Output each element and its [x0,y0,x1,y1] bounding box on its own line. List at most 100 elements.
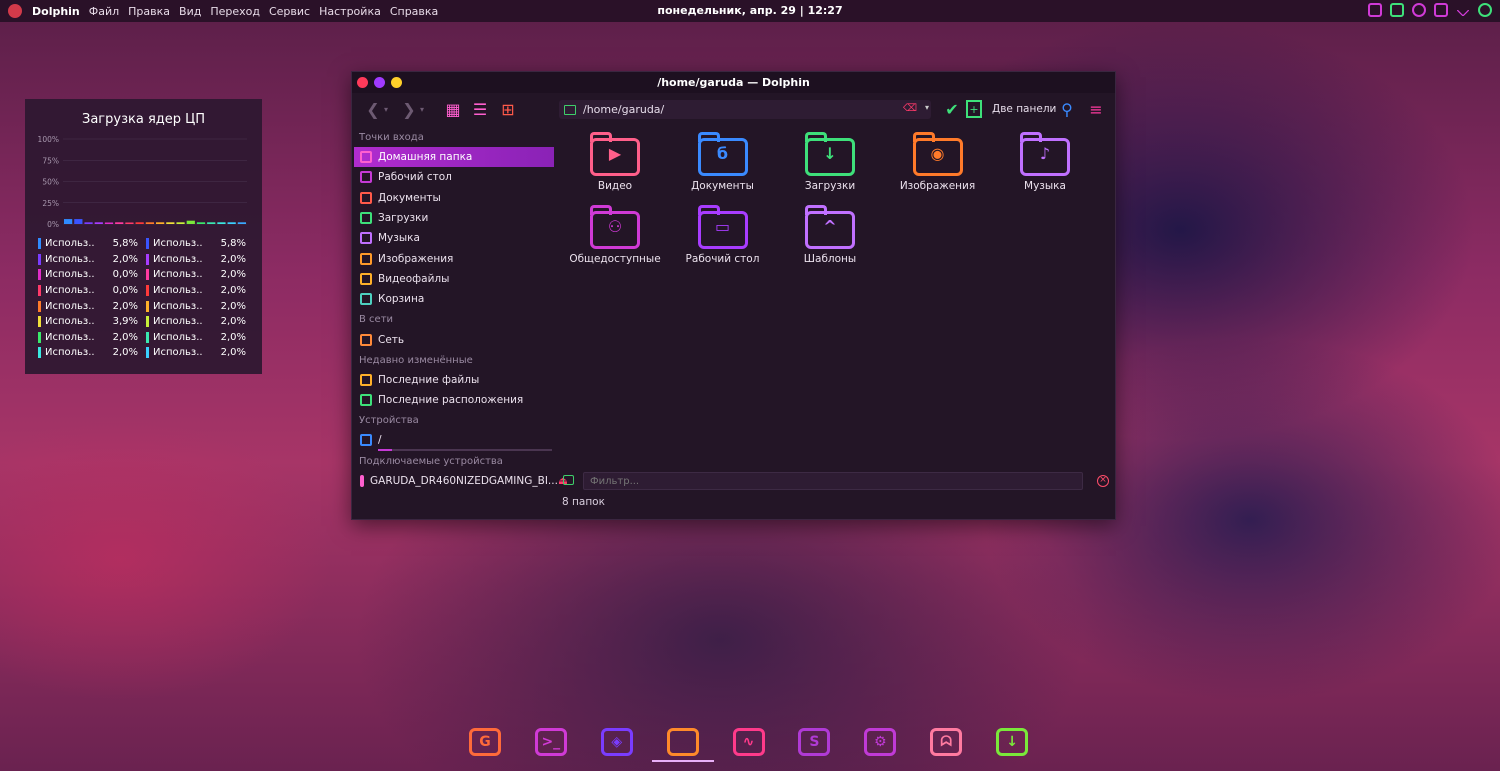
places-section-title: Недавно изменённые [359,354,473,366]
legend-entry: Использ... 2,0% [146,316,254,328]
menu-tools[interactable]: Сервис [269,5,310,18]
place-icon [360,373,372,386]
menu-app-name[interactable]: Dolphin [32,5,80,18]
cpu-load-widget: Загрузка ядер ЦП 100% 75% 50% 25% 0% Использ… [25,99,262,374]
split-button-label[interactable]: Две панели [992,103,1056,115]
folder-item[interactable]: ♪ Музыка [995,132,1095,192]
dock-item[interactable]: ∿ [716,718,782,766]
location-history-dropdown[interactable]: ▾ [925,103,929,112]
dock-item[interactable]: ◈ [584,718,650,766]
maximize-button[interactable] [391,77,402,88]
garuda-assistant-icon: G [468,728,501,756]
lock-icon[interactable] [563,475,574,485]
place-item[interactable]: Документы [354,188,554,208]
place-item[interactable]: Рабочий стол [354,167,554,187]
menu-file[interactable]: Файл [89,5,119,18]
clear-location-icon[interactable]: ⌫ [903,103,917,114]
place-item[interactable]: Последние файлы [354,370,554,390]
place-item[interactable]: Загрузки [354,208,554,228]
menu-settings[interactable]: Настройка [319,5,381,18]
legend-value: 2,0% [112,331,138,343]
folder-item[interactable]: ⚇ Общедоступные [565,205,665,265]
folder-item[interactable]: ▶ Видео [565,132,665,192]
legend-row: Использ... 2,0% Использ... 2,0% [38,330,254,346]
icons-view-icon[interactable]: ▦ [444,100,462,119]
close-button[interactable] [357,77,368,88]
place-label: Рабочий стол [378,171,452,184]
folder-item[interactable]: ↓ Загрузки [780,132,880,192]
clipboard-icon[interactable] [1368,3,1382,17]
folder-item[interactable]: ◉ Изображения [888,132,988,192]
menu-go[interactable]: Переход [210,5,260,18]
cpu-core-bar [156,222,165,224]
details-view-icon[interactable]: ☰ [471,100,489,119]
legend-row: Использ... 2,0% Использ... 2,0% [38,252,254,268]
folder-item[interactable]: ▭ Рабочий стол [673,205,773,265]
folder-name: Изображения [899,180,976,192]
tree-view-icon[interactable]: ⊞ [499,100,517,119]
cpu-legend: Использ... 5,8% Использ... 5,8% Использ... 2,… [38,236,254,361]
toolbar: ❮ ▾ ❯ ▾ ▦ ☰ ⊞ /home/garuda/ ⌫ ▾ ✔ + Две … [352,93,1115,125]
dock-item[interactable]: ↓ [979,718,1045,766]
legend-label: Использ... [45,285,95,297]
legend-label: Использ... [153,253,203,265]
legend-entry: Использ... 2,0% [38,331,146,343]
y-tick-label: 0% [47,220,59,229]
close-filter-icon[interactable]: × [1097,475,1109,487]
location-path[interactable]: /home/garuda/ [583,103,664,116]
menu-view[interactable]: Вид [179,5,201,18]
menu-edit[interactable]: Правка [128,5,170,18]
place-item[interactable]: Сеть [354,329,554,349]
folder-item[interactable]: б Документы [673,132,773,192]
network-icon[interactable] [1412,3,1426,17]
place-item[interactable]: Музыка [354,228,554,248]
dock-item[interactable] [650,718,716,766]
chevron-down-icon[interactable] [1456,3,1470,17]
confirm-check-icon[interactable]: ✔ [944,100,960,119]
dock-item[interactable]: ᗣ [913,718,979,766]
folder-item[interactable]: ^ Шаблоны [780,205,880,265]
place-item[interactable]: Последние расположения [354,390,554,410]
legend-entry: Использ... 2,0% [38,253,146,265]
back-button[interactable]: ❮ [364,100,382,119]
minimize-button[interactable] [374,77,385,88]
window-titlebar[interactable]: /home/garuda — Dolphin [352,72,1115,93]
removable-device-item[interactable]: GARUDA_DR460NIZEDGAMING_BI... ⏏ [354,471,568,491]
legend-swatch [38,269,41,281]
notes-icon[interactable] [1434,3,1448,17]
search-icon[interactable]: ⚲ [1058,100,1076,119]
device-item[interactable]: / [354,430,554,450]
places-section-title: Устройства [359,415,419,427]
volume-icon[interactable] [1390,3,1404,17]
dock-item[interactable]: >_ [518,718,584,766]
place-item[interactable]: Видеофайлы [354,269,554,289]
folder-name: Общедоступные [569,253,661,265]
forward-history-dropdown[interactable]: ▾ [418,100,426,118]
cpu-core-bar [64,219,73,224]
dock-item[interactable]: S [781,718,847,766]
filter-input[interactable] [583,472,1083,490]
legend-row: Использ... 0,0% Использ... 2,0% [38,283,254,299]
folder-icon: ▶ [590,132,640,177]
user-avatar-icon[interactable] [1478,3,1492,17]
hamburger-menu-icon[interactable]: ≡ [1087,100,1105,119]
place-item[interactable]: Корзина [354,289,554,309]
forward-button[interactable]: ❯ [400,100,418,119]
split-view-icon[interactable]: + [966,100,982,118]
location-bar[interactable]: /home/garuda/ ⌫ ▾ [559,100,931,119]
dock-item[interactable]: G [452,718,518,766]
place-item[interactable]: Домашняя папка [354,147,554,168]
legend-swatch [38,347,41,359]
cpu-core-bar [176,222,185,224]
back-history-dropdown[interactable]: ▾ [382,100,390,118]
y-tick-label: 100% [38,135,59,144]
legend-value: 3,9% [112,316,138,328]
app-launcher-icon[interactable] [8,4,22,18]
place-item[interactable]: Изображения [354,248,554,268]
places-section-title: В сети [359,314,394,326]
menu-help[interactable]: Справка [390,5,438,18]
folder-icon: ▭ [697,205,748,250]
dock-item[interactable]: ⚙ [847,718,913,766]
legend-value: 0,0% [112,285,138,297]
places-panel: Точки входа Домашняя папка Рабочий стол До… [354,127,568,491]
